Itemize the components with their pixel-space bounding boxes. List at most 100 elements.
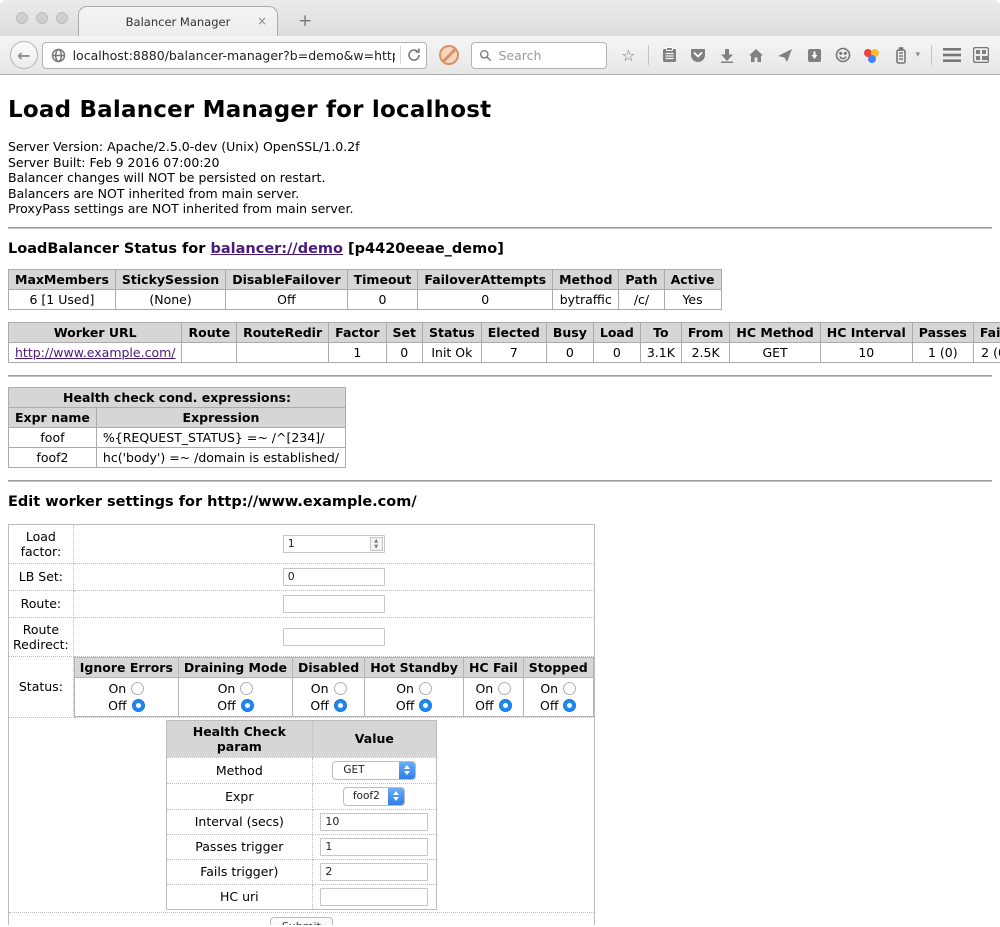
radio-ignore-errors-on[interactable] [131,682,144,695]
search-input[interactable] [498,48,599,63]
radio-hot-standby-on[interactable] [419,682,432,695]
send-icon[interactable] [776,46,794,64]
expr-row: foof2 hc('body') =~ /domain is establish… [9,447,346,467]
hc-fails-label: Fails trigger) [166,859,312,884]
radio-hc-fail-off[interactable] [499,699,512,712]
hc-fails-input[interactable] [320,863,428,881]
home-icon[interactable] [747,46,765,64]
col-fails: Fails [973,322,1000,342]
col-ignore-errors: Ignore Errors [74,657,178,677]
section-divider [8,480,992,482]
hc-passes-input[interactable] [320,838,428,856]
col-busy: Busy [546,322,593,342]
hc-uri-input[interactable] [320,888,428,906]
radio-disabled-on[interactable] [334,682,347,695]
titlebar: Balancer Manager × + [0,0,1000,36]
col-expression: Expression [96,407,345,427]
pocket-icon[interactable] [689,46,707,64]
grid-icon[interactable] [972,46,990,64]
radio-ignore-errors-off[interactable] [132,699,145,712]
address-input[interactable] [73,48,396,63]
server-built-line: Server Built: Feb 9 2016 07:00:20 [8,155,992,171]
clipboard-icon[interactable] [660,46,678,64]
route-redirect-input[interactable] [283,628,385,646]
hc-interval-input[interactable] [320,813,428,831]
new-tab-button[interactable]: + [292,11,318,31]
hc-expr-select[interactable]: foof2 [343,787,405,806]
col-stickysession: StickySession [115,269,225,289]
col-route: Route [182,322,237,342]
col-disablefailover: DisableFailover [226,269,347,289]
on-label: On [218,681,236,696]
draining-mode-radios: On Off [178,677,292,716]
section-divider [8,375,992,377]
hc-method-select[interactable]: GET [332,761,416,780]
server-version-line: Server Version: Apache/2.5.0-dev (Unix) … [8,139,992,155]
submit-button[interactable]: Submit [270,917,333,926]
cell-route [182,342,237,362]
radio-stopped-off[interactable] [563,699,576,712]
addon-box-icon[interactable] [805,46,823,64]
worker-row: http://www.example.com/ 1 0 Init Ok 7 0 … [9,342,1000,362]
on-label: On [475,681,493,696]
heading-prefix: LoadBalancer Status for [8,241,210,257]
worker-url-link[interactable]: http://www.example.com/ [15,345,175,360]
tab-balancer-manager[interactable]: Balancer Manager × [78,6,278,36]
block-icon[interactable] [439,45,459,65]
cell-load: 0 [593,342,640,362]
url-bar[interactable] [42,42,428,69]
col-from: From [681,322,730,342]
edit-worker-heading: Edit worker settings for http://www.exam… [8,494,992,510]
ignore-errors-radios: On Off [74,677,178,716]
route-row: Route: [9,590,595,617]
cell-maxmembers: 6 [1 Used] [9,289,116,309]
worker-table: Worker URL Route RouteRedir Factor Set S… [8,322,1000,363]
balancer-demo-link[interactable]: balancer://demo [210,241,343,257]
submit-row: Submit [9,912,595,925]
window-controls [16,12,68,24]
cell-active: Yes [664,289,721,309]
page-title: Load Balancer Manager for localhost [8,97,992,123]
col-hc-interval: HC Interval [820,322,912,342]
col-status: Status [423,322,482,342]
col-worker-url: Worker URL [9,322,182,342]
on-label: On [396,681,414,696]
radio-disabled-off[interactable] [334,699,347,712]
tab-close-icon[interactable]: × [257,14,267,28]
close-window-button[interactable] [16,12,28,24]
hc-method-value: GET [333,762,399,779]
back-button[interactable]: ← [10,41,38,69]
on-label: On [108,681,126,696]
radio-draining-mode-on[interactable] [240,682,253,695]
menu-icon[interactable] [943,46,961,64]
off-label: Off [310,698,328,713]
radio-hc-fail-on[interactable] [498,682,511,695]
minimize-window-button[interactable] [36,12,48,24]
radio-draining-mode-off[interactable] [241,699,254,712]
colors-icon[interactable] [863,46,881,64]
health-check-table: Health Check param Value Method GET [166,720,437,910]
health-check-row: Health Check param Value Method GET [9,717,595,912]
expr-table-title: Health check cond. expressions: [9,387,346,407]
star-icon[interactable]: ☆ [619,46,637,64]
radio-hot-standby-off[interactable] [419,699,432,712]
cell-hc-method: GET [730,342,820,362]
lb-set-input[interactable] [283,568,385,586]
hc-fails-row: Fails trigger) [166,859,436,884]
number-stepper-icon[interactable]: ▲▼ [370,537,383,551]
download-icon[interactable] [718,46,736,64]
radio-stopped-on[interactable] [563,682,576,695]
dropdown-caret-icon[interactable]: ▾ [915,50,920,60]
search-bar[interactable] [471,42,607,69]
hc-passes-label: Passes trigger [166,834,312,859]
col-path: Path [619,269,664,289]
toolbar-separator [648,45,649,65]
col-stopped: Stopped [523,657,593,677]
col-method: Method [553,269,619,289]
fullscreen-window-button[interactable] [56,12,68,24]
reload-icon[interactable] [406,47,422,63]
smiley-icon[interactable] [834,46,852,64]
route-input[interactable] [283,595,385,613]
battery-icon[interactable] [892,46,910,64]
select-stepper-icon [388,788,404,805]
